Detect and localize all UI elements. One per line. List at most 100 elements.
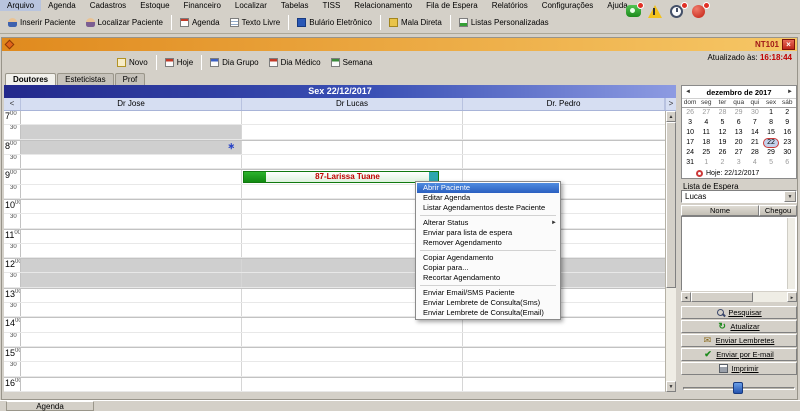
slot-dr-jose[interactable]	[21, 244, 242, 257]
calendar-day[interactable]: 14	[747, 128, 763, 138]
slot-dr-jose[interactable]	[21, 318, 242, 331]
tab-doutores[interactable]: Doutores	[5, 73, 56, 85]
waitlist-table-body[interactable]	[681, 216, 797, 291]
calendar-day[interactable]: 28	[714, 108, 730, 118]
inserir-paciente-button[interactable]: Inserir Paciente	[3, 16, 81, 29]
slot-dr-jose[interactable]	[21, 362, 242, 375]
calendar-day[interactable]: 4	[698, 118, 714, 128]
enviar-lembretes-button[interactable]: Enviar Lembretes	[681, 334, 797, 347]
slot-dr-pedro[interactable]	[463, 333, 665, 346]
menu-item-cadastros[interactable]: Cadastros	[83, 0, 133, 11]
context-item-editar-agenda[interactable]: Editar Agenda	[417, 193, 559, 203]
calendar-day[interactable]: 19	[714, 138, 730, 148]
menu-item-fila-de-espera[interactable]: Fila de Espera	[419, 0, 485, 11]
waitlist-doctor-dropdown[interactable]: Lucas	[681, 190, 797, 203]
slot-dr-lucas[interactable]	[242, 348, 463, 361]
calendar-day[interactable]: 31	[682, 158, 698, 168]
listas-personalizadas-button[interactable]: Listas Personalizadas	[454, 16, 554, 29]
calendar-day[interactable]: 2	[779, 108, 795, 118]
slot-dr-jose[interactable]	[21, 214, 242, 227]
agenda-button[interactable]: Agenda	[175, 16, 225, 29]
menu-item-tabelas[interactable]: Tabelas	[274, 0, 316, 11]
calendar-day[interactable]: 13	[731, 128, 747, 138]
context-item-enviar-lembrete-de-consulta-sms[interactable]: Enviar Lembrete de Consulta(Sms)	[417, 298, 559, 308]
context-item-enviar-email-sms-paciente[interactable]: Enviar Email/SMS Paciente	[417, 288, 559, 298]
pesquisar-button[interactable]: Pesquisar	[681, 306, 797, 319]
calendar-day[interactable]: 3	[682, 118, 698, 128]
calendar-day[interactable]: 27	[731, 148, 747, 158]
slot-dr-lucas[interactable]	[242, 362, 463, 375]
calendar-day[interactable]: 6	[731, 118, 747, 128]
slot-dr-jose[interactable]	[21, 303, 242, 316]
slot-dr-lucas[interactable]	[242, 378, 463, 391]
next-column-icon[interactable]	[665, 98, 676, 110]
mala-direta-button[interactable]: Mala Direta	[384, 16, 447, 29]
clock-icon[interactable]	[669, 4, 686, 20]
tab-prof[interactable]: Prof	[115, 73, 146, 85]
slot-dr-pedro[interactable]	[463, 141, 665, 154]
calendar-day[interactable]: 8	[763, 118, 779, 128]
warning-icon[interactable]	[647, 4, 664, 20]
calendar-day[interactable]: 4	[747, 158, 763, 168]
slot-dr-jose[interactable]	[21, 111, 242, 124]
calendar-prev-icon[interactable]	[685, 89, 695, 95]
context-item-recortar-agendamento[interactable]: Recortar Agendamento	[417, 273, 559, 283]
semana-button[interactable]: Semana	[326, 56, 378, 69]
calendar-day[interactable]: 25	[698, 148, 714, 158]
menu-item-localizar[interactable]: Localizar	[228, 0, 274, 11]
menu-item-relacionamento[interactable]: Relacionamento	[347, 0, 419, 11]
calendar-day[interactable]: 24	[682, 148, 698, 158]
calendar-today-row[interactable]: Hoje: 22/12/2017	[682, 168, 796, 179]
appointment[interactable]: 87-Larissa Tuane	[243, 171, 439, 183]
schedule-vertical-scrollbar[interactable]	[665, 111, 676, 392]
chat-icon[interactable]	[625, 4, 642, 20]
window-titlebar[interactable]: NT101	[2, 38, 797, 51]
hoje-button[interactable]: Hoje	[160, 56, 198, 69]
call-icon[interactable]	[691, 4, 708, 20]
calendar-day[interactable]: 2	[714, 158, 730, 168]
enviar-por-e-mail-button[interactable]: Enviar por E-mail	[681, 348, 797, 361]
calendar-day[interactable]: 10	[682, 128, 698, 138]
slot-dr-jose[interactable]	[21, 155, 242, 168]
statusbar-agenda-tab[interactable]: Agenda	[6, 401, 94, 411]
scroll-down-icon[interactable]	[666, 381, 676, 392]
slot-dr-jose[interactable]	[21, 141, 242, 154]
calendar-day[interactable]: 26	[714, 148, 730, 158]
slot-dr-lucas[interactable]	[242, 141, 463, 154]
texto-livre-button[interactable]: Texto Livre	[225, 16, 286, 29]
calendar-day[interactable]: 27	[698, 108, 714, 118]
imprimir-button[interactable]: Imprimir	[681, 362, 797, 375]
context-item-copiar-para[interactable]: Copiar para...	[417, 263, 559, 273]
waitlist-vertical-scrollbar[interactable]	[787, 218, 795, 289]
menu-item-arquivo[interactable]: Arquivo	[0, 0, 41, 11]
context-item-alterar-status[interactable]: Alterar Status	[417, 218, 559, 228]
slot-dr-jose[interactable]	[21, 170, 242, 183]
calendar-day[interactable]: 5	[763, 158, 779, 168]
slot-dr-jose[interactable]	[21, 185, 242, 198]
bulario-eletronico-button[interactable]: Bulário Eletrônico	[292, 16, 377, 29]
calendar-day[interactable]: 5	[714, 118, 730, 128]
slot-dr-jose[interactable]	[21, 333, 242, 346]
calendar-day[interactable]: 28	[747, 148, 763, 158]
calendar-day[interactable]: 29	[731, 108, 747, 118]
menu-item-estoque[interactable]: Estoque	[133, 0, 176, 11]
chevron-down-icon[interactable]	[784, 191, 796, 202]
hscroll-thumb[interactable]	[691, 292, 753, 302]
slot-dr-pedro[interactable]	[463, 155, 665, 168]
menu-item-tiss[interactable]: TISS	[316, 0, 348, 11]
slot-dr-pedro[interactable]	[463, 378, 665, 391]
calendar-day[interactable]: 1	[763, 108, 779, 118]
context-item-remover-agendamento[interactable]: Remover Agendamento	[417, 238, 559, 248]
slot-dr-jose[interactable]	[21, 230, 242, 243]
slot-dr-jose[interactable]	[21, 200, 242, 213]
waitlist-horizontal-scrollbar[interactable]	[681, 292, 797, 302]
context-item-listar-agendamentos-deste-paciente[interactable]: Listar Agendamentos deste Paciente	[417, 203, 559, 213]
slot-dr-pedro[interactable]	[463, 125, 665, 138]
novo-button[interactable]: Novo	[112, 56, 153, 69]
dia-medico-button[interactable]: Dia Médico	[264, 56, 326, 69]
calendar-day[interactable]: 6	[779, 158, 795, 168]
slider-thumb[interactable]	[733, 382, 743, 394]
context-item-copiar-agendamento[interactable]: Copiar Agendamento	[417, 253, 559, 263]
calendar-day[interactable]: 18	[698, 138, 714, 148]
slot-dr-pedro[interactable]	[463, 318, 665, 331]
